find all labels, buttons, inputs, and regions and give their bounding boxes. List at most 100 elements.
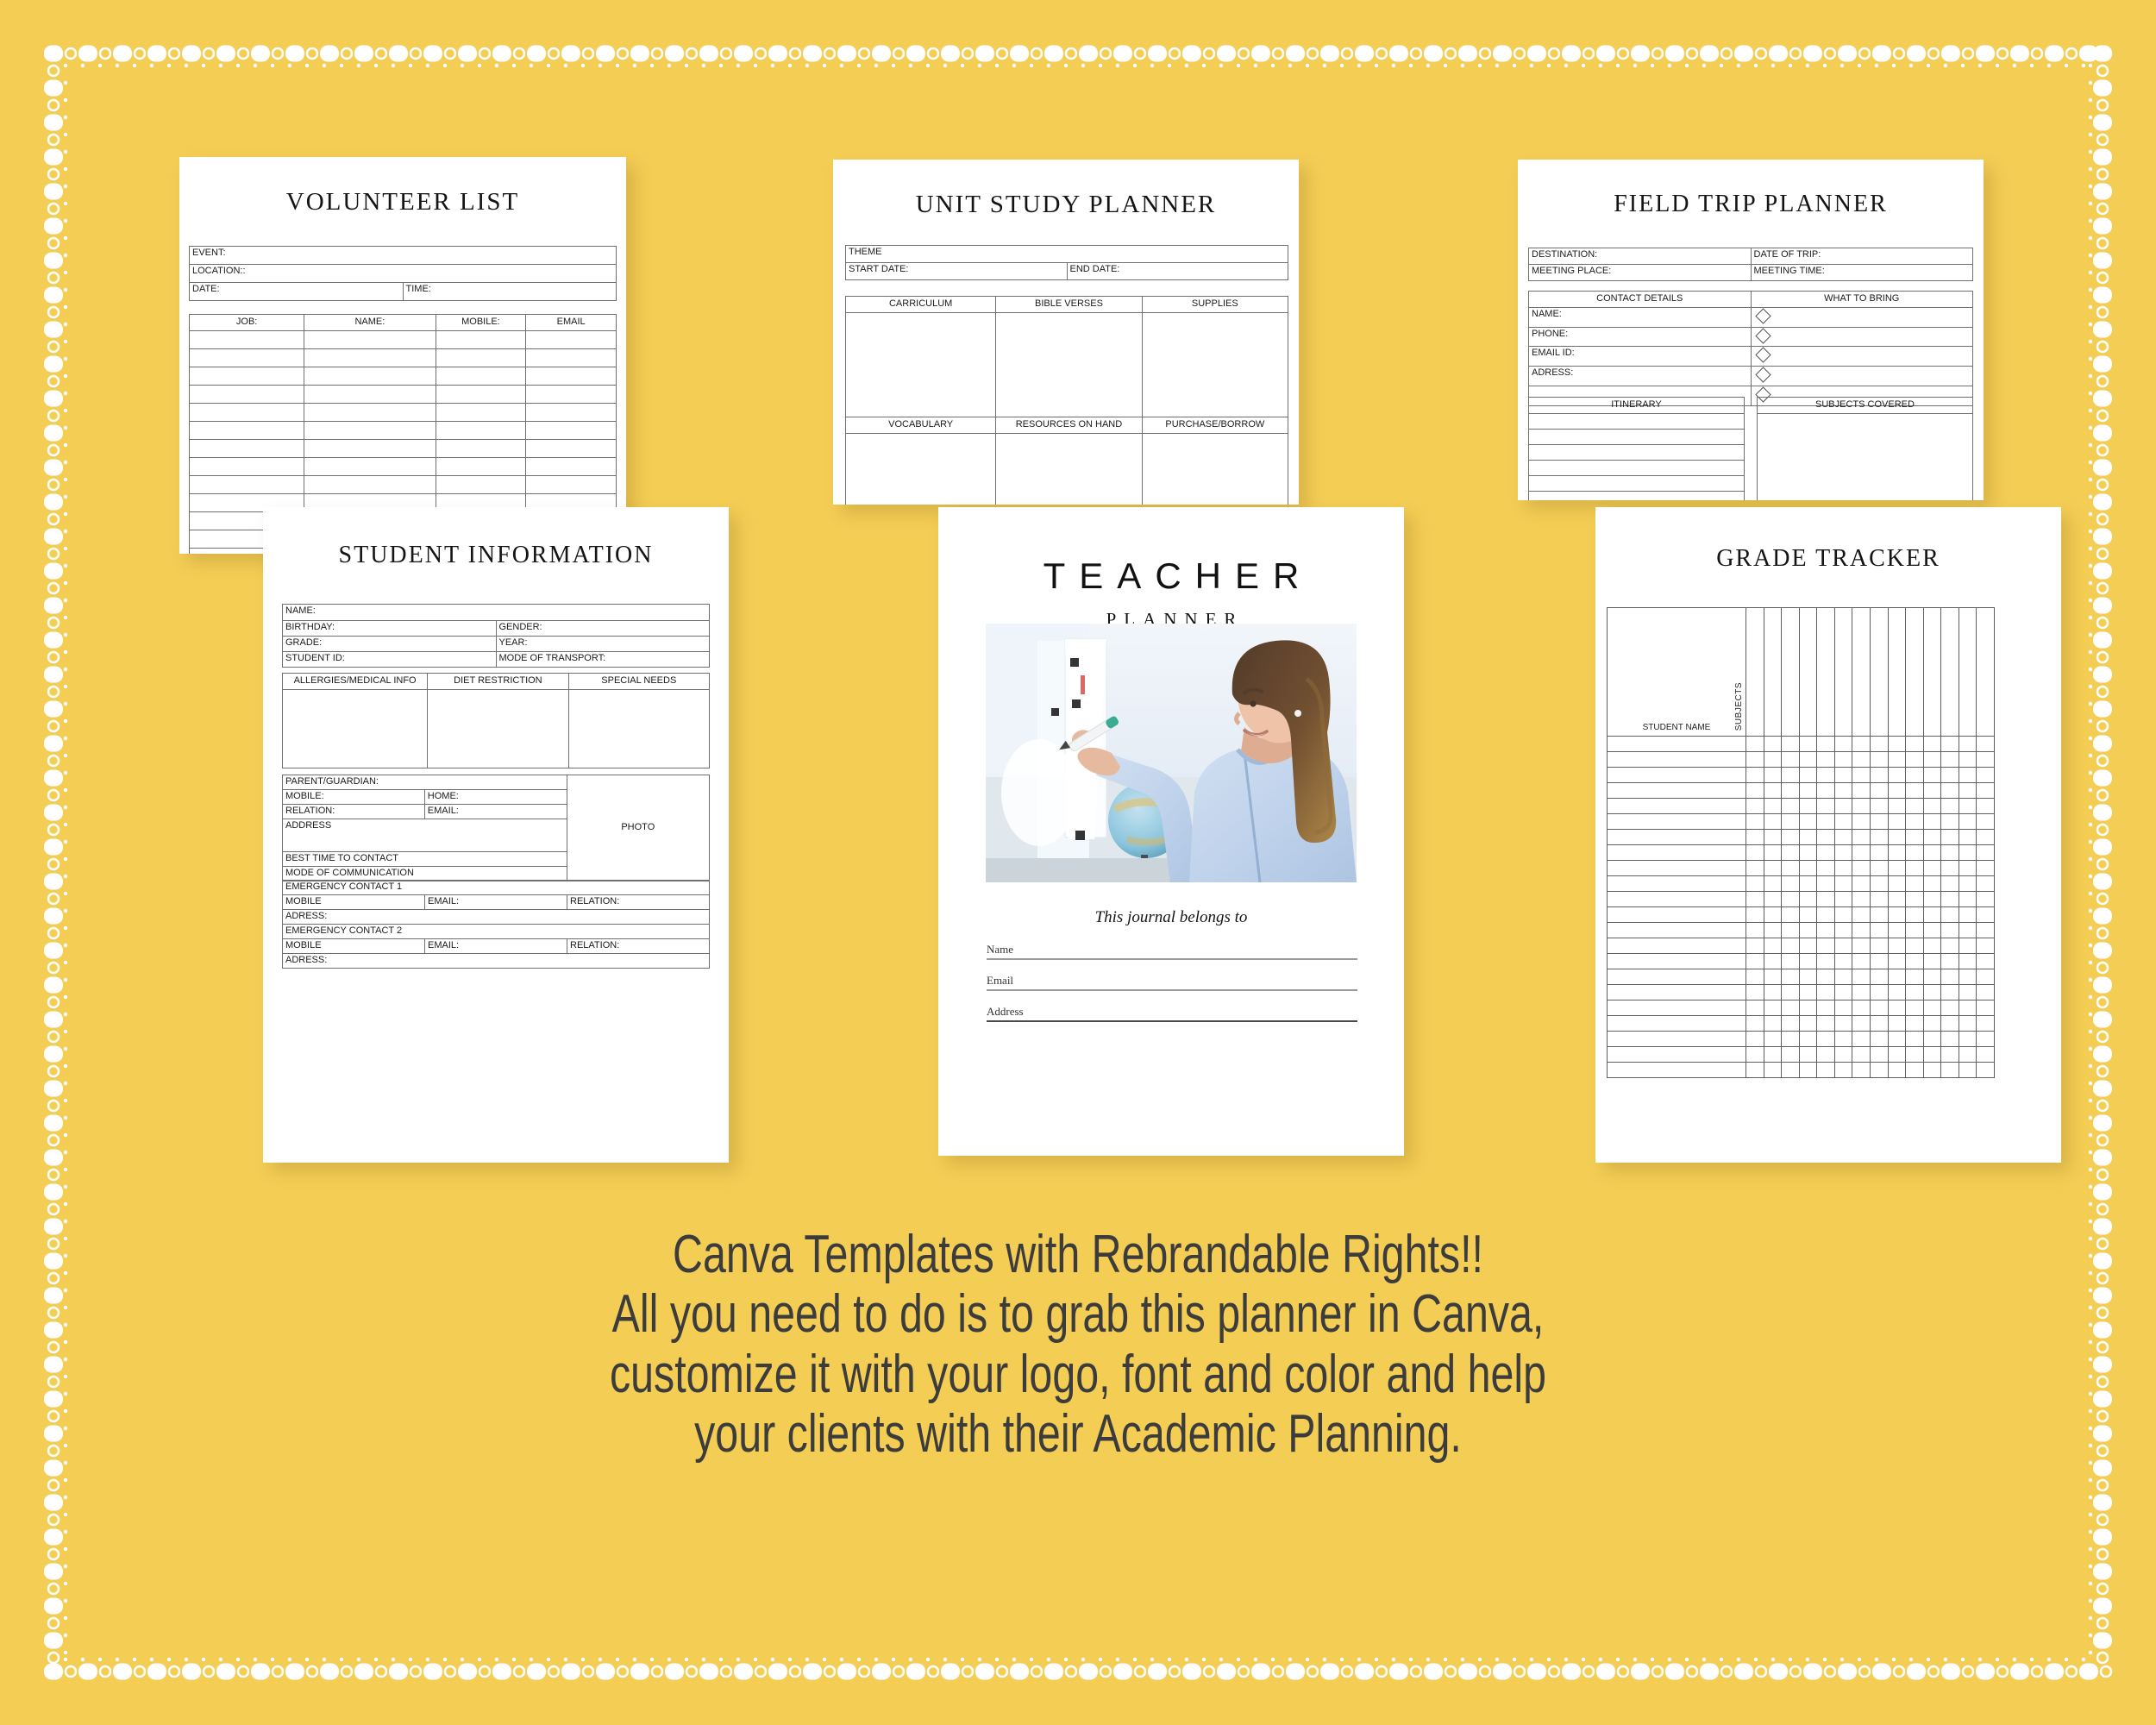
itinerary-cell[interactable] [1528, 474, 1745, 492]
grade-cell[interactable] [1869, 767, 1889, 783]
volunteer-date-field[interactable]: DATE: [189, 282, 404, 301]
guardian-address-field[interactable]: ADDRESS [282, 819, 567, 852]
grade-cell[interactable] [1905, 813, 1924, 830]
grade-cell[interactable] [1940, 829, 1959, 845]
table-row[interactable] [1607, 1046, 1995, 1063]
student-name-cell[interactable] [1607, 1046, 1746, 1063]
grade-cell[interactable] [1852, 1062, 1871, 1078]
grade-cell[interactable] [1745, 875, 1764, 892]
unit-study-grid[interactable]: CARRICULUM BIBLE VERSES SUPPLIES VOCABUL… [844, 296, 1289, 505]
grade-cell[interactable] [1905, 922, 1924, 938]
grade-cell[interactable] [1887, 1046, 1907, 1063]
subject-column-header[interactable] [1887, 607, 1907, 737]
table-row[interactable] [1607, 891, 1995, 907]
grade-cell[interactable] [1763, 1000, 1783, 1016]
grade-cell[interactable] [1833, 938, 1853, 954]
grade-cell[interactable] [1781, 782, 1800, 799]
unit-start-date-field[interactable]: START DATE: [845, 262, 1068, 280]
grade-cell[interactable] [1745, 953, 1764, 969]
grade-cell[interactable] [1816, 1015, 1835, 1032]
grade-cell[interactable] [1922, 875, 1942, 892]
grade-cell[interactable] [1940, 969, 1959, 985]
emergency2-email[interactable]: EMAIL: [424, 938, 567, 954]
grade-cell[interactable] [1852, 798, 1871, 814]
grade-cell[interactable] [1922, 860, 1942, 876]
grade-cell[interactable] [1976, 736, 1995, 752]
grade-cell[interactable] [1833, 984, 1853, 1000]
grade-cell[interactable] [1869, 751, 1889, 768]
emergency1-email[interactable]: EMAIL: [424, 894, 567, 910]
grade-cell[interactable] [1852, 751, 1871, 768]
itinerary-rows[interactable] [1528, 412, 1745, 500]
grade-cell[interactable] [1958, 782, 1977, 799]
cell-carriculum[interactable] [844, 311, 997, 417]
subject-column-header[interactable] [1816, 607, 1835, 737]
grade-cell[interactable] [1940, 891, 1959, 907]
grade-cell[interactable] [1940, 751, 1959, 768]
grade-cell[interactable] [1905, 798, 1924, 814]
grade-cell[interactable] [1905, 875, 1924, 892]
grade-cell[interactable] [1922, 1046, 1942, 1063]
grade-cell[interactable] [1763, 938, 1783, 954]
field-trip-itinerary-table[interactable]: ITINERARY [1528, 397, 1745, 500]
grade-cell[interactable] [1905, 906, 1924, 923]
grade-cell[interactable] [1887, 798, 1907, 814]
grade-cell[interactable] [1798, 782, 1818, 799]
table-row[interactable] [188, 402, 617, 422]
table-row[interactable] [188, 348, 617, 367]
owner-name-rule[interactable] [987, 958, 1357, 960]
grade-cell[interactable] [1869, 1031, 1889, 1047]
grade-cell[interactable] [1869, 1015, 1889, 1032]
student-name-cell[interactable] [1607, 813, 1746, 830]
grade-cell[interactable] [1798, 1015, 1818, 1032]
table-row[interactable]: ADRESS: [1528, 366, 1973, 386]
subject-column-header[interactable] [1905, 607, 1924, 737]
grade-cell[interactable] [1745, 969, 1764, 985]
grade-cell[interactable] [1781, 798, 1800, 814]
table-cell[interactable] [304, 420, 436, 440]
subject-column-header[interactable] [1869, 607, 1889, 737]
bring-checkbox-cell[interactable] [1750, 326, 1973, 348]
table-cell[interactable] [188, 420, 305, 440]
grade-cell[interactable] [1976, 798, 1995, 814]
grade-cell[interactable] [1781, 922, 1800, 938]
table-row[interactable] [1528, 490, 1745, 500]
grade-cell[interactable] [1922, 984, 1942, 1000]
grade-cell[interactable] [1763, 844, 1783, 861]
grade-cell[interactable] [1976, 782, 1995, 799]
grade-cell[interactable] [1763, 906, 1783, 923]
table-row[interactable] [188, 456, 617, 476]
grade-cell[interactable] [1833, 813, 1853, 830]
grade-cell[interactable] [1781, 1031, 1800, 1047]
table-cell[interactable] [435, 329, 527, 349]
table-row[interactable] [1528, 459, 1745, 476]
grade-cell[interactable] [1887, 1031, 1907, 1047]
card-field-trip-planner[interactable]: FIELD TRIP PLANNER DESTINATION: DATE OF … [1518, 160, 1984, 500]
grade-cell[interactable] [1958, 875, 1977, 892]
table-row[interactable]: NAME: [1528, 306, 1973, 328]
table-cell[interactable] [188, 456, 305, 476]
grade-cell[interactable] [1763, 891, 1783, 907]
grade-cell[interactable] [1887, 767, 1907, 783]
grade-cell[interactable] [1922, 1000, 1942, 1016]
table-cell[interactable] [435, 438, 527, 458]
grade-cell[interactable] [1816, 813, 1835, 830]
grade-cell[interactable] [1887, 813, 1907, 830]
volunteer-time-field[interactable]: TIME: [402, 282, 617, 301]
table-row[interactable] [1607, 875, 1995, 892]
grade-cell[interactable] [1745, 1046, 1764, 1063]
grade-cell[interactable] [1940, 844, 1959, 861]
grade-cell[interactable] [1763, 1031, 1783, 1047]
grade-cell[interactable] [1781, 891, 1800, 907]
grade-cell[interactable] [1869, 782, 1889, 799]
field-meeting-time[interactable]: MEETING TIME: [1750, 264, 1973, 281]
grade-cell[interactable] [1833, 906, 1853, 923]
grade-cell[interactable] [1781, 844, 1800, 861]
grade-cell[interactable] [1833, 751, 1853, 768]
grade-cell[interactable] [1887, 891, 1907, 907]
grade-cell[interactable] [1781, 1015, 1800, 1032]
grade-cell[interactable] [1976, 906, 1995, 923]
table-cell[interactable] [525, 420, 617, 440]
grade-cell[interactable] [1869, 891, 1889, 907]
grade-cell[interactable] [1781, 1062, 1800, 1078]
